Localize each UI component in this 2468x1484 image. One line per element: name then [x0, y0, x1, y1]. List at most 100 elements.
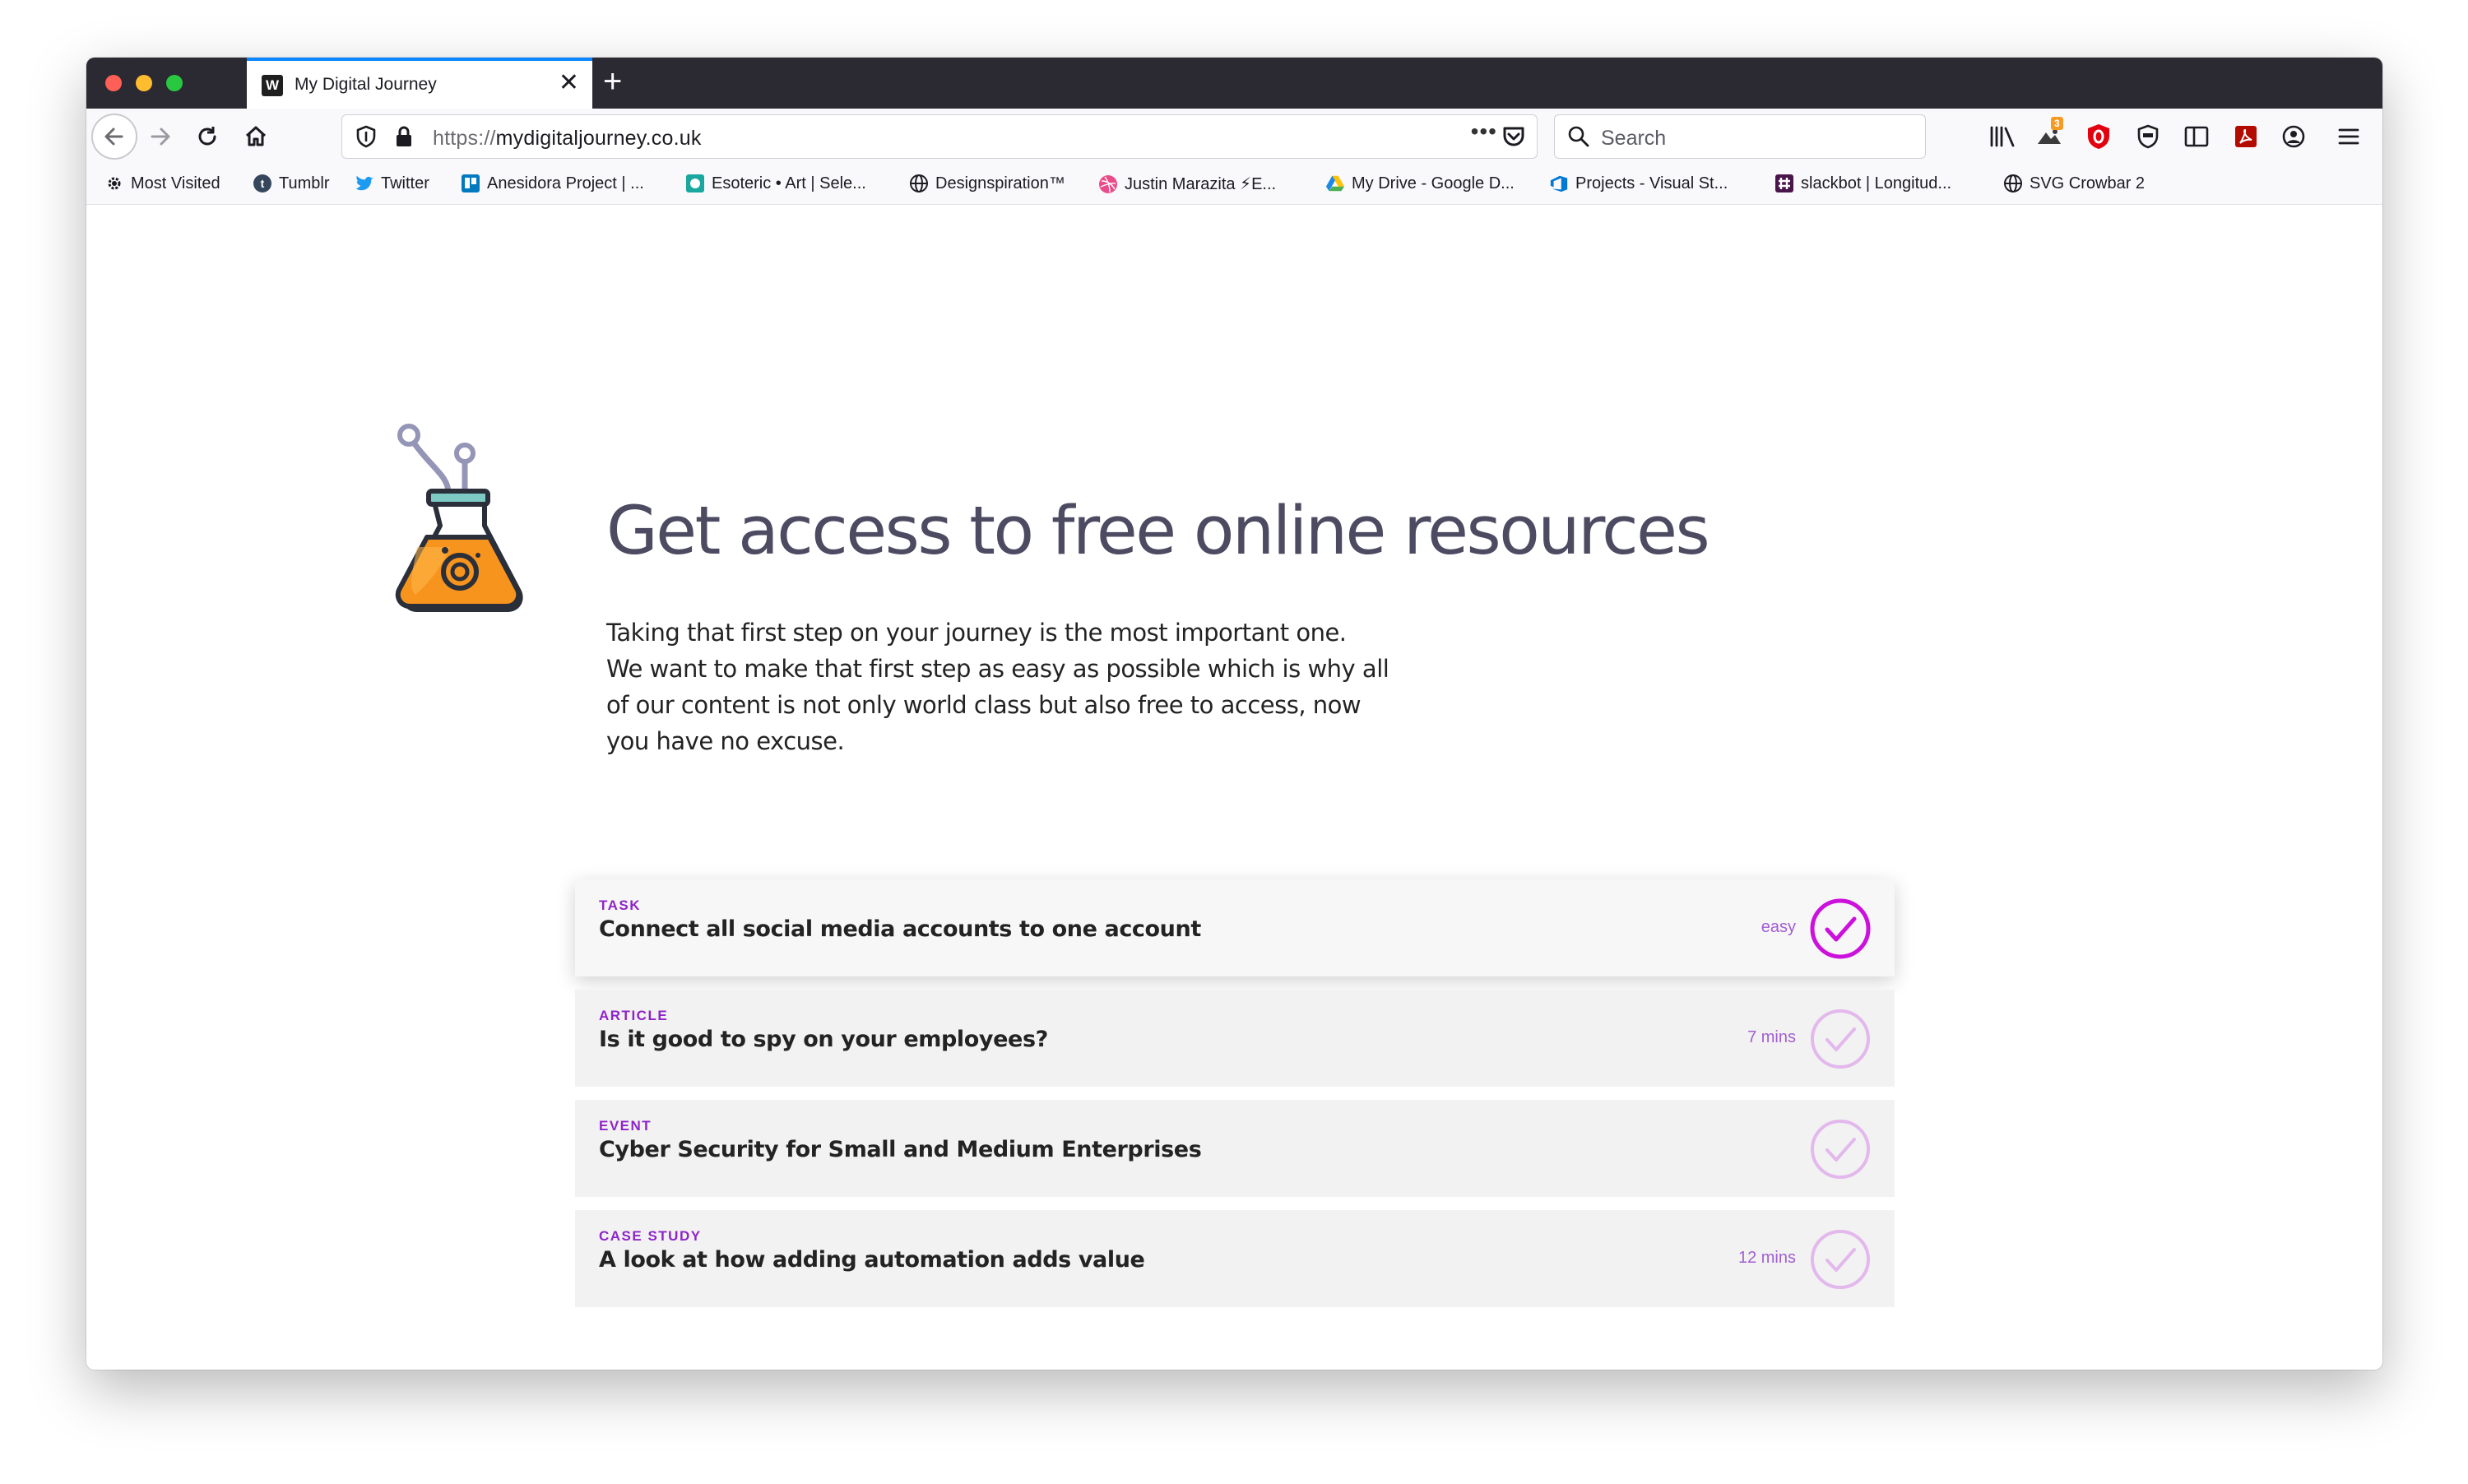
url-scheme: https:// [433, 127, 496, 150]
pocket-icon[interactable] [1501, 123, 1527, 150]
intro-line: We want to make that first step as easy … [606, 655, 1389, 683]
search-icon [1568, 126, 1589, 147]
flask-illustration-icon [395, 424, 523, 612]
acrobat-icon[interactable] [2231, 122, 2261, 151]
esoteric-icon [685, 174, 705, 193]
bookmark-slackbot[interactable]: slackbot | Longitud... [1774, 174, 1951, 193]
card-read-time: 7 mins [1747, 1028, 1796, 1046]
svg-text:t: t [261, 177, 265, 190]
card-read-time: 12 mins [1737, 1249, 1796, 1267]
reload-button[interactable] [191, 120, 224, 153]
url-text[interactable]: https://mydigitaljourney.co.uk [433, 127, 702, 151]
complete-check-icon[interactable] [1809, 897, 1872, 960]
resource-card-event[interactable]: EVENT Cyber Security for Small and Mediu… [575, 1100, 1895, 1197]
search-placeholder: Search [1601, 127, 1667, 150]
bookmark-label: Projects - Visual St... [1575, 174, 1728, 192]
reload-icon [198, 127, 216, 146]
browser-window: W My Digital Journey ✕ + https://mydigit… [86, 58, 2382, 1370]
tumblr-icon: t [253, 174, 272, 193]
card-title: Cyber Security for Small and Medium Ente… [599, 1137, 1202, 1162]
bookmark-visual-studio[interactable]: Projects - Visual St... [1549, 174, 1728, 193]
bookmark-label: Anesidora Project | ... [487, 174, 644, 192]
bookmarks-toolbar: Most Visited t Tumblr Twitter Anesidora … [86, 165, 2382, 205]
card-category: TASK [599, 897, 642, 913]
bookmark-justin-marazita[interactable]: Justin Marazita ⚡E... [1098, 174, 1276, 194]
resource-card-article[interactable]: ARTICLE Is it good to spy on your employ… [575, 990, 1895, 1087]
privacy-badger-icon[interactable] [2133, 122, 2163, 151]
page-content: Get access to free online resources Taki… [86, 205, 2382, 1370]
bookmark-label: Justin Marazita ⚡E... [1125, 175, 1277, 193]
globe-icon [909, 174, 929, 193]
card-category: CASE STUDY [599, 1228, 702, 1244]
maximize-window-button[interactable] [166, 75, 183, 91]
bookmark-google-drive[interactable]: My Drive - Google D... [1325, 174, 1515, 193]
intro-line: you have no excuse. [606, 727, 845, 755]
complete-check-icon[interactable] [1809, 1228, 1872, 1291]
extension-badge: 3 [2051, 117, 2063, 130]
new-tab-button[interactable]: + [603, 63, 622, 100]
complete-check-icon[interactable] [1809, 1118, 1872, 1180]
card-title: Connect all social media accounts to one… [599, 916, 1201, 942]
tab-my-digital-journey[interactable]: W My Digital Journey ✕ [247, 58, 592, 109]
site-favicon-icon: W [262, 75, 283, 96]
bookmark-esoteric[interactable]: Esoteric • Art | Sele... [685, 174, 866, 193]
card-category: ARTICLE [599, 1008, 669, 1023]
forward-arrow-icon [151, 128, 170, 146]
azure-devops-icon [1549, 174, 1569, 193]
page-headline: Get access to free online resources [606, 493, 1710, 570]
bookmark-label: Designspiration™ [935, 174, 1065, 192]
bookmark-most-visited[interactable]: Most Visited [104, 174, 220, 193]
dribbble-icon [1098, 174, 1118, 194]
home-button[interactable] [239, 120, 272, 153]
bookmark-twitter[interactable]: Twitter [355, 174, 429, 193]
gear-icon [104, 174, 124, 193]
card-difficulty: easy [1761, 918, 1796, 936]
back-button[interactable] [91, 114, 137, 160]
ublock-icon[interactable] [2084, 122, 2113, 151]
intro-line: of our content is not only world class b… [606, 691, 1362, 719]
back-arrow-icon [104, 128, 123, 146]
globe-icon [2003, 174, 2023, 193]
complete-check-icon[interactable] [1809, 1008, 1872, 1070]
tab-title: My Digital Journey [295, 75, 437, 94]
close-tab-icon[interactable]: ✕ [559, 70, 579, 96]
library-icon[interactable] [1988, 122, 2017, 151]
url-bar[interactable]: https://mydigitaljourney.co.uk ••• [341, 114, 1538, 159]
tracking-shield-icon[interactable] [354, 124, 378, 149]
trello-icon [461, 174, 480, 193]
tab-strip: W My Digital Journey ✕ + [86, 58, 2382, 109]
sidebar-toggle-icon[interactable] [2182, 122, 2211, 151]
navigation-toolbar: https://mydigitaljourney.co.uk ••• Searc… [86, 109, 2382, 165]
bookmark-designspiration[interactable]: Designspiration™ [909, 174, 1065, 193]
slack-icon [1774, 174, 1794, 193]
close-window-button[interactable] [105, 75, 122, 91]
url-host: mydigitaljourney.co.uk [495, 127, 702, 150]
twitter-icon [355, 174, 374, 193]
bookmark-label: SVG Crowbar 2 [2030, 174, 2146, 192]
bookmark-tumblr[interactable]: t Tumblr [253, 174, 329, 193]
resource-card-case-study[interactable]: CASE STUDY A look at how adding automati… [575, 1210, 1895, 1307]
bookmark-label: Tumblr [279, 174, 330, 192]
intro-paragraph: Taking that first step on your journey i… [606, 614, 1413, 759]
card-category: EVENT [599, 1118, 652, 1134]
card-title: A look at how adding automation adds val… [599, 1247, 1145, 1273]
forward-button[interactable] [144, 120, 177, 153]
intro-line: Taking that first step on your journey i… [606, 619, 1347, 647]
extension-sync-icon[interactable]: 3 [2034, 117, 2064, 151]
bookmark-label: Esoteric • Art | Sele... [712, 174, 866, 192]
page-actions-menu-icon[interactable]: ••• [1471, 118, 1497, 145]
home-icon [245, 126, 267, 146]
search-bar[interactable]: Search [1554, 114, 1926, 159]
bookmark-anesidora[interactable]: Anesidora Project | ... [461, 174, 644, 193]
minimize-window-button[interactable] [136, 75, 152, 91]
card-title: Is it good to spy on your employees? [599, 1027, 1048, 1052]
account-icon[interactable] [2279, 122, 2308, 151]
google-drive-icon [1325, 174, 1345, 193]
hamburger-menu-icon[interactable] [2334, 122, 2364, 151]
bookmark-label: Twitter [381, 174, 429, 192]
bookmark-svg-crowbar[interactable]: SVG Crowbar 2 [2003, 174, 2145, 193]
bookmark-label: slackbot | Longitud... [1801, 174, 1952, 192]
resource-card-task[interactable]: TASK Connect all social media accounts t… [575, 879, 1895, 976]
bookmark-label: My Drive - Google D... [1352, 174, 1515, 192]
lock-icon[interactable] [393, 124, 415, 149]
